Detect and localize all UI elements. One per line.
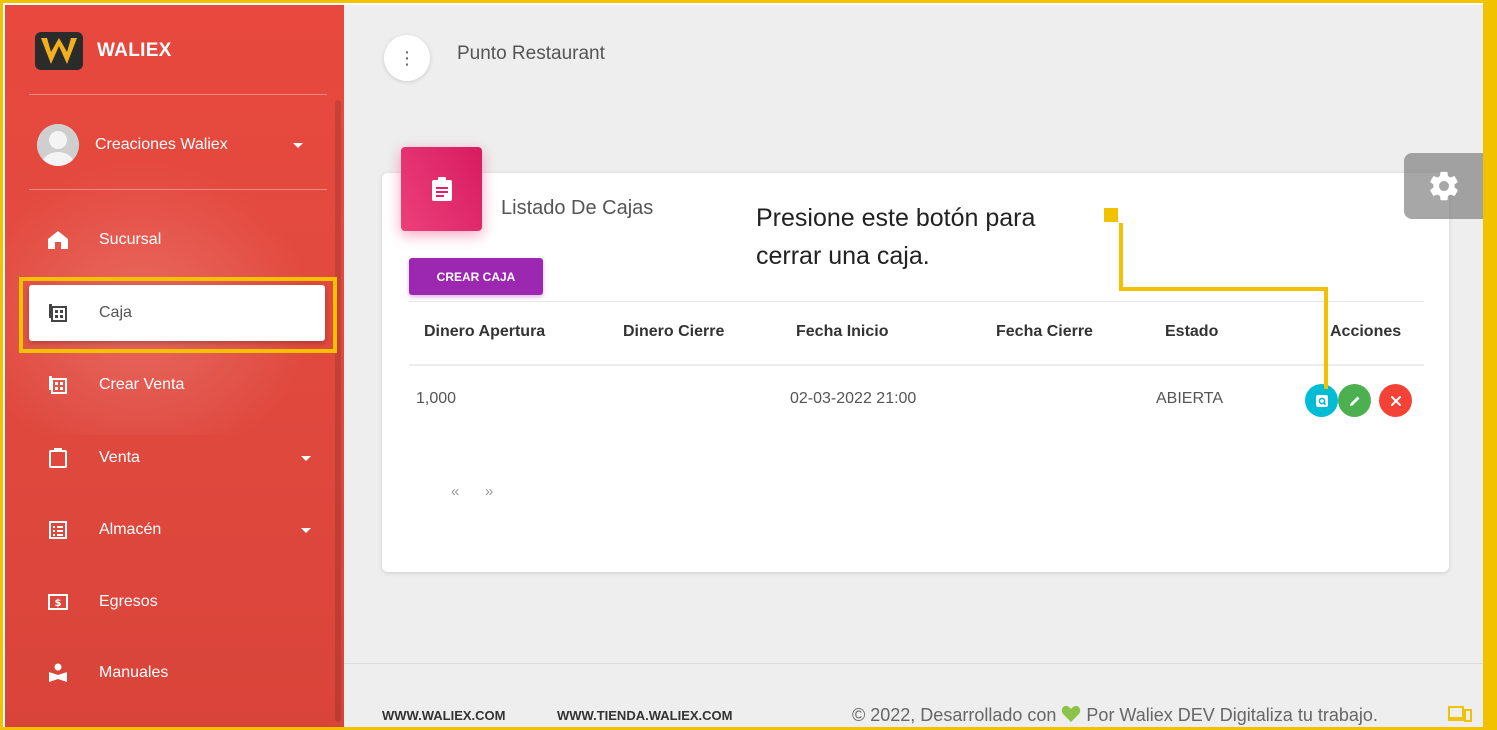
footer-copyright: © 2022, Desarrollado con Por Waliex DEV … <box>852 705 1378 726</box>
column-header: Dinero Cierre <box>623 323 725 340</box>
person-book-icon <box>47 662 69 684</box>
svg-text:$: $ <box>55 598 62 609</box>
heart-icon <box>1062 705 1081 722</box>
highlight-box <box>19 277 337 353</box>
create-caja-button[interactable]: CREAR CAJA <box>409 258 543 295</box>
sidebar-item-label: Venta <box>99 449 140 466</box>
sidebar-item-venta[interactable]: Venta <box>29 430 325 486</box>
gear-icon <box>1429 171 1458 201</box>
close-icon <box>1390 395 1401 406</box>
list-icon <box>47 519 69 541</box>
sidebar-item-label: Almacén <box>99 521 162 538</box>
card-icon <box>401 147 482 231</box>
waliex-logo-icon <box>35 32 83 70</box>
avatar <box>37 124 79 166</box>
more-vert-icon: ⋮ <box>398 47 416 68</box>
sidebar-item-label: Manuales <box>99 664 169 681</box>
brand-name: WALIEX <box>97 40 172 61</box>
user-avatar-icon <box>37 124 79 166</box>
sidebar-item-label: Egresos <box>99 593 158 610</box>
clipboard-icon <box>47 447 69 469</box>
chevron-down-icon <box>301 527 311 533</box>
divider <box>29 94 327 95</box>
assignment-icon <box>431 177 452 201</box>
cell-apertura: 1,000 <box>416 390 457 407</box>
more-menu-button[interactable]: ⋮ <box>384 35 430 81</box>
pencil-icon <box>1349 396 1359 406</box>
chevron-down-icon <box>301 455 311 461</box>
sidebar: WALIEX Creaciones Waliex Sucursal Caja C… <box>5 5 344 727</box>
column-header: Dinero Apertura <box>424 323 546 340</box>
pager-next[interactable]: » <box>485 483 493 500</box>
annotation-line: cerrar una caja. <box>756 242 930 270</box>
devices-icon <box>1448 706 1472 722</box>
sidebar-item-label: Crear Venta <box>99 376 185 393</box>
settings-button[interactable] <box>1404 153 1483 219</box>
page-title: Punto Restaurant <box>457 43 605 64</box>
column-header: Fecha Cierre <box>996 323 1093 340</box>
search-doc-icon <box>1315 394 1328 407</box>
sidebar-scrollbar[interactable] <box>335 100 341 722</box>
column-header: Fecha Inicio <box>796 323 889 340</box>
sidebar-item-manuales[interactable]: Manuales <box>29 645 325 701</box>
sidebar-item-crear-venta[interactable]: Crear Venta <box>29 357 325 413</box>
footer-link-tienda[interactable]: WWW.TIENDA.WALIEX.COM <box>557 708 732 723</box>
annotation-arrow <box>1104 208 1328 389</box>
copyright-text: © 2022, Desarrollado con <box>852 705 1057 725</box>
calculator-icon <box>47 374 69 396</box>
card-title: Listado De Cajas <box>501 197 654 219</box>
sidebar-item-sucursal[interactable]: Sucursal <box>29 212 325 268</box>
cell-inicio: 02-03-2022 21:00 <box>790 390 917 407</box>
sidebar-item-egresos[interactable]: $ Egresos <box>29 574 325 630</box>
pager-prev[interactable]: « <box>451 483 459 500</box>
footer-link-waliex[interactable]: WWW.WALIEX.COM <box>382 708 505 723</box>
sidebar-item-label: Sucursal <box>99 231 162 248</box>
sidebar-item-almacen[interactable]: Almacén <box>29 502 325 558</box>
copyright-text: Por Waliex DEV Digitaliza tu trabajo. <box>1086 705 1378 725</box>
annotation-text: Presione este botón para cerrar una caja… <box>756 199 1035 275</box>
annotation-line: Presione este botón para <box>756 204 1036 232</box>
brand[interactable]: WALIEX <box>35 31 172 71</box>
user-name: Creaciones Waliex <box>95 136 228 153</box>
money-icon: $ <box>47 591 69 613</box>
user-menu[interactable]: Creaciones Waliex <box>37 123 317 167</box>
divider <box>344 663 1483 664</box>
store-icon <box>47 229 69 251</box>
divider <box>29 189 327 190</box>
chevron-down-icon <box>293 142 303 148</box>
main-content: ⋮ Punto Restaurant Listado De Cajas CREA… <box>344 5 1483 727</box>
